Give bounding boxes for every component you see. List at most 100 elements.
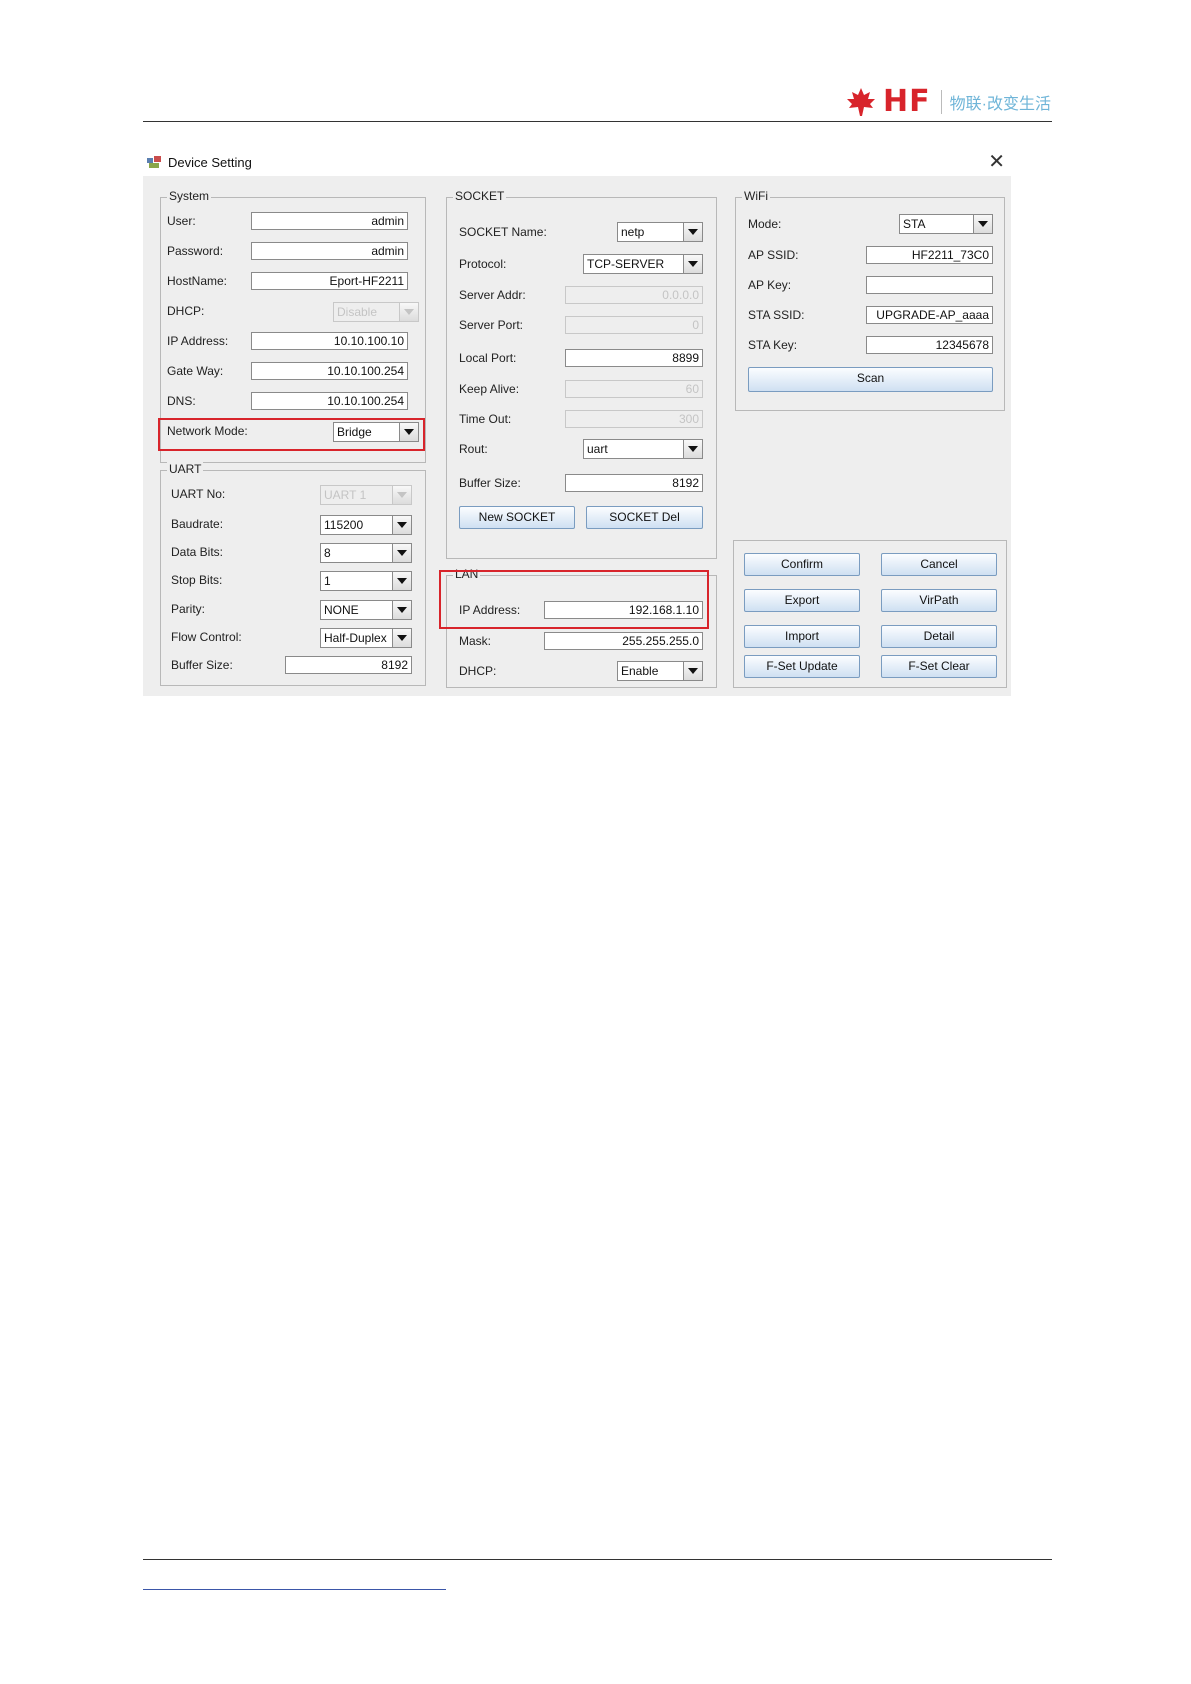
time-out-input: 300: [565, 410, 703, 428]
chevron-down-icon[interactable]: [392, 629, 411, 647]
baudrate-label: Baudrate:: [171, 517, 224, 531]
time-out-label: Time Out:: [459, 412, 512, 426]
user-input[interactable]: admin: [251, 212, 408, 230]
fset-update-button[interactable]: F-Set Update: [744, 655, 860, 678]
data-bits-value: 8: [324, 546, 331, 560]
header-rule: [143, 121, 1052, 122]
data-bits-select[interactable]: 8: [320, 543, 412, 563]
parity-value: NONE: [324, 603, 359, 617]
gateway-label: Gate Way:: [167, 364, 224, 378]
chevron-down-icon: [392, 486, 411, 504]
dhcp-label: DHCP:: [167, 304, 205, 318]
data-bits-label: Data Bits:: [171, 545, 224, 559]
rout-value: uart: [587, 442, 608, 456]
hostname-input[interactable]: Eport-HF2211: [251, 272, 408, 290]
chevron-down-icon[interactable]: [683, 662, 702, 680]
socket-name-value: netp: [621, 225, 645, 239]
rout-label: Rout:: [459, 442, 488, 456]
chevron-down-icon[interactable]: [683, 255, 702, 273]
confirm-button[interactable]: Confirm: [744, 553, 860, 576]
mask-label: Mask:: [459, 634, 492, 648]
ap-ssid-input[interactable]: HF2211_73C0: [866, 246, 993, 264]
chevron-down-icon[interactable]: [683, 223, 702, 241]
wifi-group: WiFi Mode: STA AP SSID: HF2211_73C0 AP K…: [735, 189, 1005, 411]
rout-select[interactable]: uart: [583, 439, 703, 459]
uart-no-label: UART No:: [171, 487, 226, 501]
chevron-down-icon[interactable]: [683, 440, 702, 458]
protocol-label: Protocol:: [459, 257, 507, 271]
export-button[interactable]: Export: [744, 589, 860, 612]
new-socket-button[interactable]: New SOCKET: [459, 506, 575, 529]
server-port-input: 0: [565, 316, 703, 334]
sta-ssid-input[interactable]: UPGRADE-AP_aaaa: [866, 306, 993, 324]
parity-select[interactable]: NONE: [320, 600, 412, 620]
import-button[interactable]: Import: [744, 625, 860, 648]
cancel-button[interactable]: Cancel: [881, 553, 997, 576]
local-port-label: Local Port:: [459, 351, 517, 365]
mask-input[interactable]: 255.255.255.0: [544, 632, 703, 650]
server-port-label: Server Port:: [459, 318, 524, 332]
wifi-mode-select[interactable]: STA: [899, 214, 993, 234]
socket-name-select[interactable]: netp: [617, 222, 703, 242]
lan-ip-highlight: [439, 570, 709, 629]
keep-alive-label: Keep Alive:: [459, 382, 520, 396]
uart-group: UART UART No: UART 1 Baudrate: 115200 Da…: [160, 462, 426, 686]
close-icon[interactable]: ✕: [988, 151, 1005, 173]
logo-text: HF: [883, 84, 931, 119]
dns-input[interactable]: 10.10.100.254: [251, 392, 408, 410]
password-label: Password:: [167, 244, 224, 258]
ap-key-input[interactable]: [866, 276, 993, 294]
hostname-label: HostName:: [167, 274, 228, 288]
dhcp-select-value: Disable: [337, 305, 378, 319]
lan-dhcp-value: Enable: [621, 664, 659, 678]
network-mode-highlight: [158, 418, 425, 451]
local-port-input[interactable]: 8899: [565, 349, 703, 367]
parity-label: Parity:: [171, 602, 206, 616]
system-group-label: System: [167, 189, 212, 203]
app-icon: [147, 156, 161, 168]
server-addr-label: Server Addr:: [459, 288, 526, 302]
socket-buffer-size-input[interactable]: 8192: [565, 474, 703, 492]
keep-alive-input: 60: [565, 380, 703, 398]
detail-button[interactable]: Detail: [881, 625, 997, 648]
baudrate-select[interactable]: 115200: [320, 515, 412, 535]
lan-dhcp-select[interactable]: Enable: [617, 661, 703, 681]
ap-ssid-label: AP SSID:: [748, 248, 799, 262]
stop-bits-select[interactable]: 1: [320, 571, 412, 591]
password-input[interactable]: admin: [251, 242, 408, 260]
footer-link-underline: [143, 1589, 446, 1590]
sta-ssid-label: STA SSID:: [748, 308, 805, 322]
protocol-value: TCP-SERVER: [587, 257, 665, 271]
chevron-down-icon[interactable]: [392, 601, 411, 619]
wifi-mode-value: STA: [903, 217, 926, 231]
gateway-input[interactable]: 10.10.100.254: [251, 362, 408, 380]
window-title: Device Setting: [168, 155, 252, 170]
chevron-down-icon[interactable]: [392, 544, 411, 562]
uart-no-value: UART 1: [324, 488, 367, 502]
socket-name-label: SOCKET Name:: [459, 225, 547, 239]
chevron-down-icon[interactable]: [973, 215, 992, 233]
device-setting-window: Device Setting ✕ System User: admin Pass…: [143, 150, 1011, 696]
uart-group-label: UART: [167, 462, 204, 476]
uart-buffer-size-input[interactable]: 8192: [285, 656, 412, 674]
socket-group-label: SOCKET: [453, 189, 507, 203]
sta-key-label: STA Key:: [748, 338, 798, 352]
dns-label: DNS:: [167, 394, 196, 408]
ap-key-label: AP Key:: [748, 278, 792, 292]
socket-del-button[interactable]: SOCKET Del: [586, 506, 703, 529]
flow-control-select[interactable]: Half-Duplex: [320, 628, 412, 648]
server-addr-input: 0.0.0.0: [565, 286, 703, 304]
chevron-down-icon[interactable]: [392, 572, 411, 590]
sta-key-input[interactable]: 12345678: [866, 336, 993, 354]
ip-address-input[interactable]: 10.10.100.10: [251, 332, 408, 350]
baudrate-value: 115200: [324, 518, 364, 532]
scan-button[interactable]: Scan: [748, 367, 993, 392]
chevron-down-icon[interactable]: [392, 516, 411, 534]
fset-clear-button[interactable]: F-Set Clear: [881, 655, 997, 678]
protocol-select[interactable]: TCP-SERVER: [583, 254, 703, 274]
virpath-button[interactable]: VirPath: [881, 589, 997, 612]
lan-dhcp-label: DHCP:: [459, 664, 497, 678]
logo-slogan: 物联·改变生活: [940, 89, 1051, 114]
flow-control-value: Half-Duplex: [324, 631, 387, 645]
uart-no-select: UART 1: [320, 485, 412, 505]
